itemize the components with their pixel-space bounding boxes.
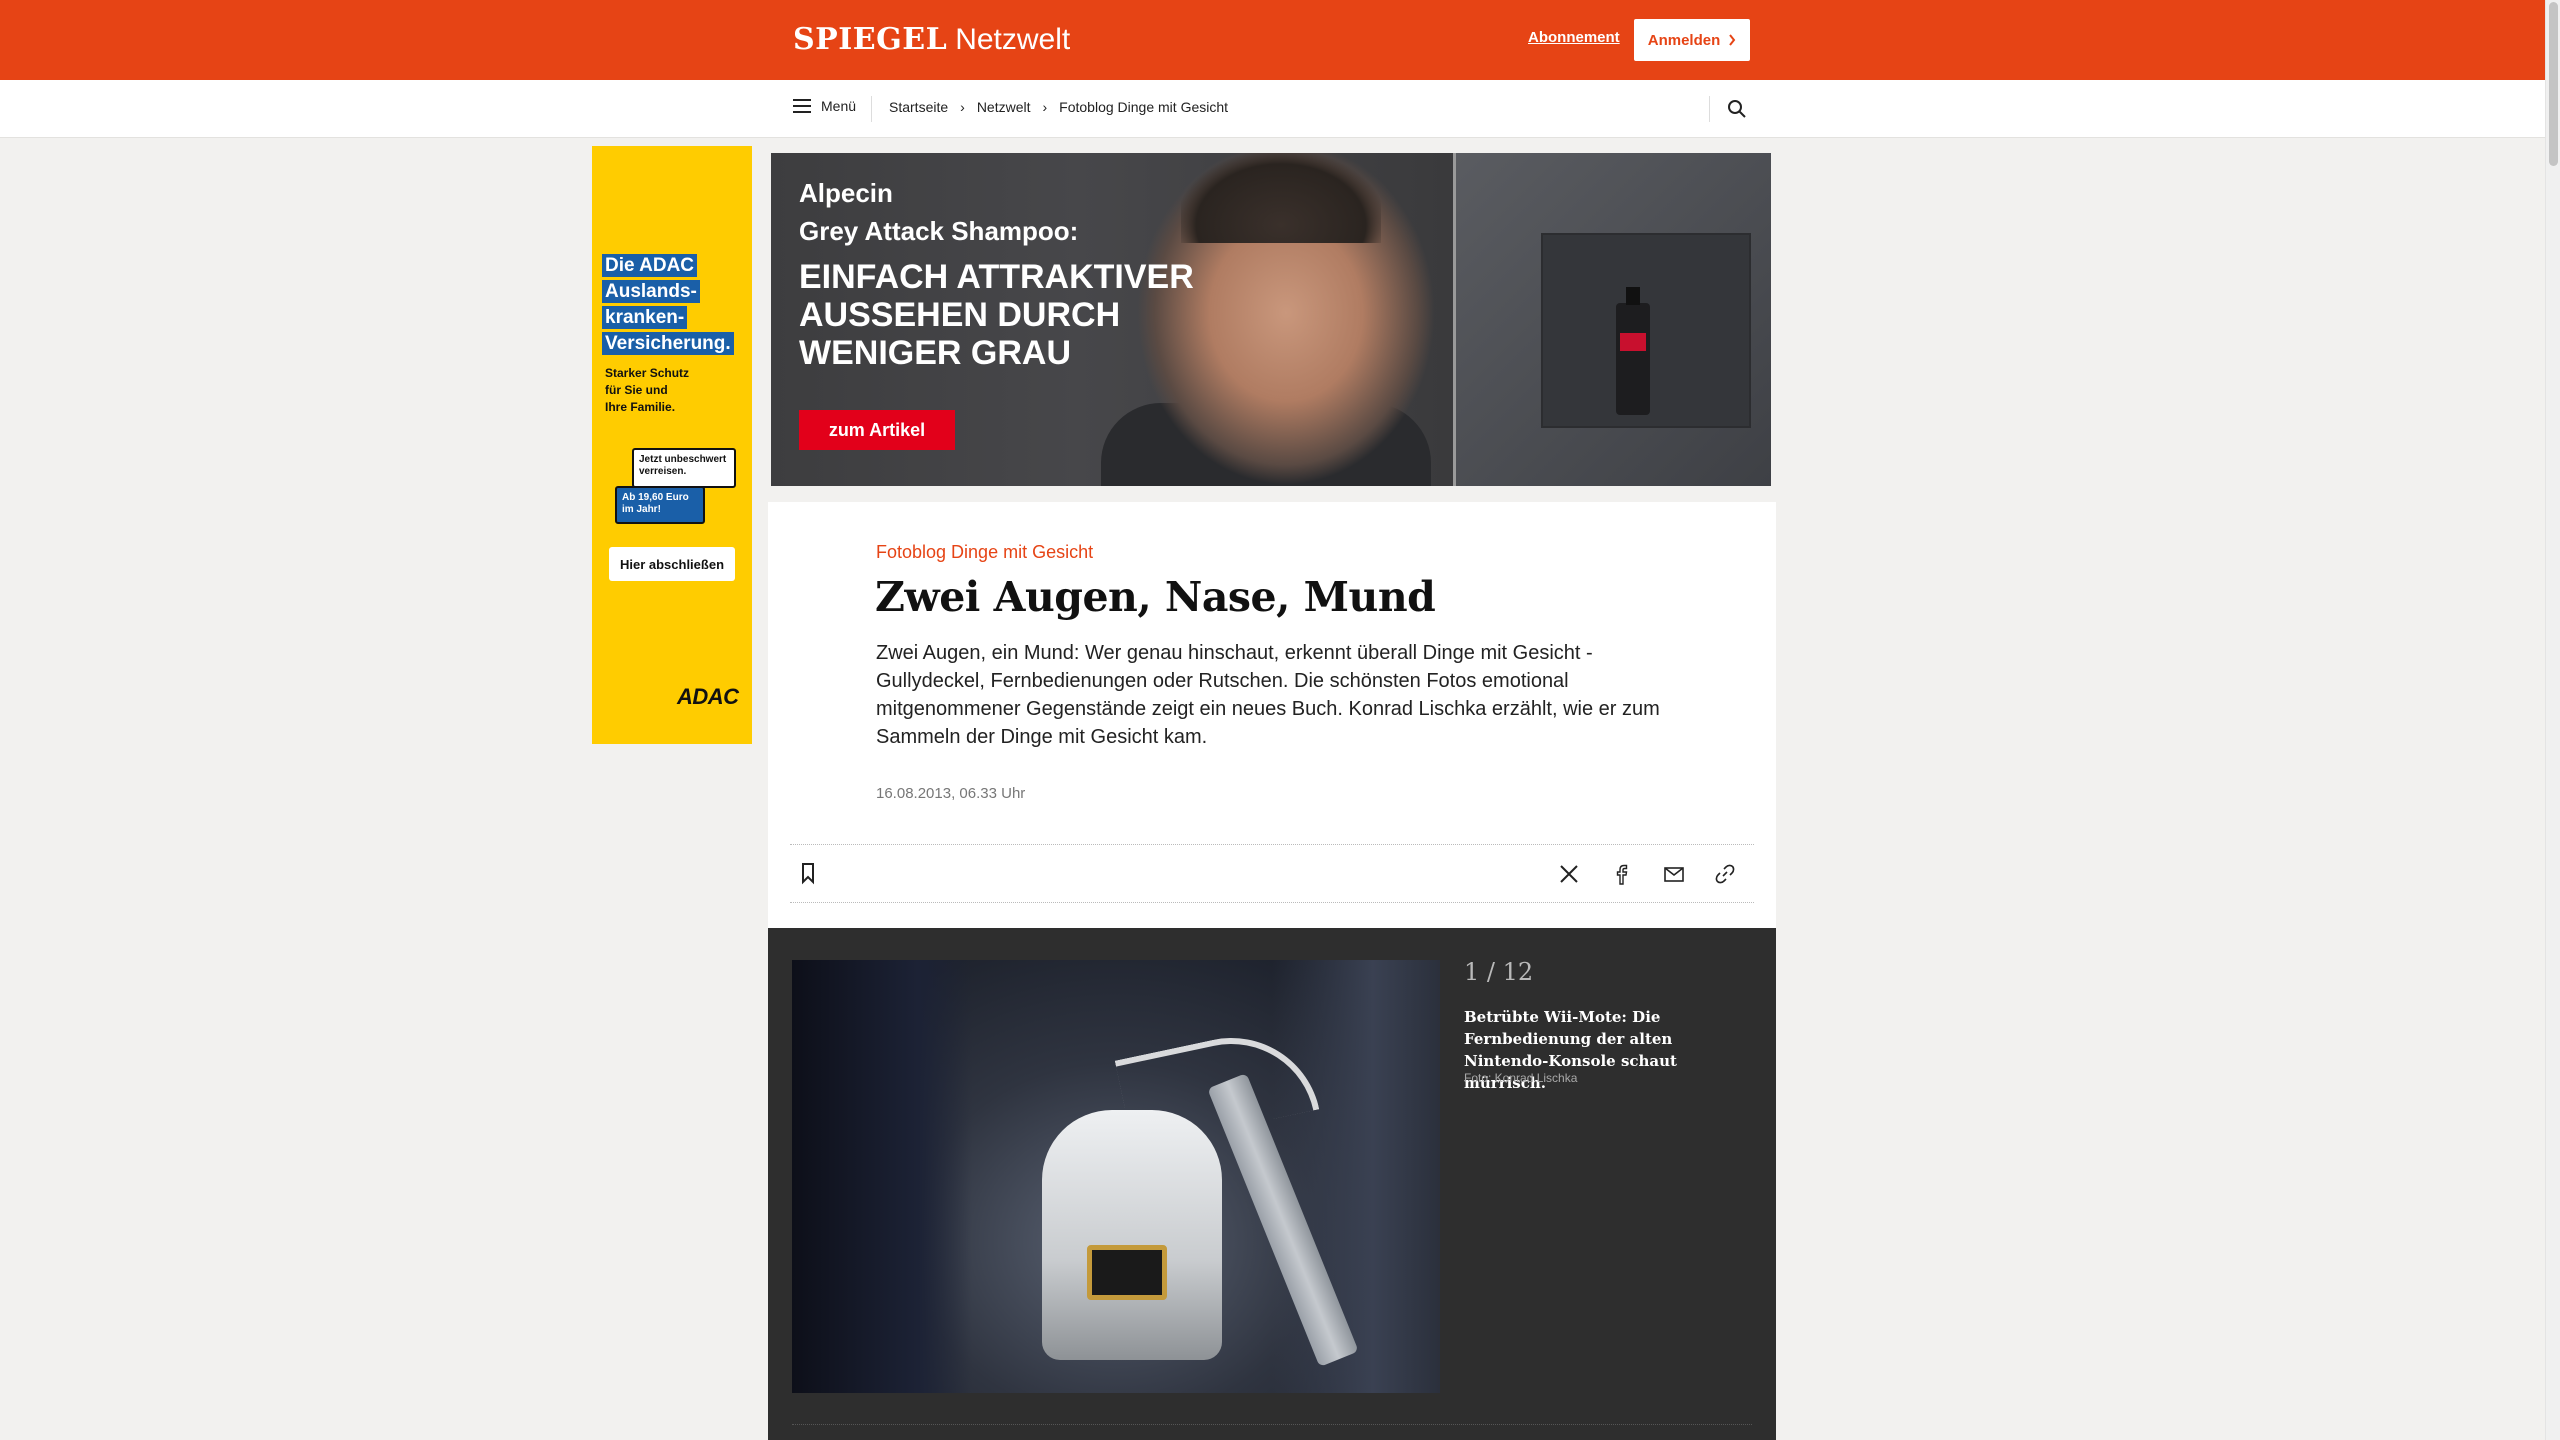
article-header: Fotoblog Dinge mit Gesicht Zwei Augen, N… xyxy=(768,502,1776,928)
wii-remote xyxy=(1042,1110,1222,1360)
adac-headline-line: kranken- xyxy=(602,306,688,329)
photo-gallery: 1 / 12 Betrübte Wii-Mote: Die Fernbedien… xyxy=(768,928,1776,1440)
breadcrumb-fotoblog[interactable]: Fotoblog Dinge mit Gesicht xyxy=(1059,99,1228,115)
breadcrumb-startseite[interactable]: Startseite xyxy=(889,99,948,115)
ad-divider xyxy=(1453,153,1456,486)
adac-skyscraper-ad[interactable]: Die ADAC Auslands- kranken- Versicherung… xyxy=(592,146,752,744)
gallery-counter: 1 / 12 xyxy=(1464,958,1534,986)
brand-main: SPIEGEL xyxy=(793,22,948,57)
adac-price-bubble: Ab 19,60 Euro im Jahr! xyxy=(615,486,705,524)
article-kicker[interactable]: Fotoblog Dinge mit Gesicht xyxy=(876,542,1093,563)
link-icon[interactable] xyxy=(1712,861,1738,887)
photo-credit: Foto: Konrad Lischka xyxy=(1464,1071,1578,1085)
shampoo-bottle-image xyxy=(1616,287,1650,415)
chevron-right-icon xyxy=(1729,34,1736,46)
ad-brand: Alpecin xyxy=(799,178,893,208)
adac-headline-line: Versicherung. xyxy=(602,332,734,355)
menu-label: Menü xyxy=(821,98,857,114)
alpecin-banner-ad[interactable]: Alpecin Grey Attack Shampoo: EINFACH ATT… xyxy=(771,153,1771,486)
divider xyxy=(790,844,1754,845)
nav-divider xyxy=(871,96,872,122)
ad-claim: EINFACH ATTRAKTIVER AUSSEHEN DURCH WENIG… xyxy=(799,258,1194,372)
brand-section: Netzwelt xyxy=(955,23,1071,56)
adac-headline: Die ADAC Auslands- kranken- Versicherung… xyxy=(602,254,734,358)
subscription-link[interactable]: Abonnement xyxy=(1528,29,1620,46)
adac-speech-bubble: Jetzt unbeschwert verreisen. xyxy=(632,448,736,488)
divider xyxy=(792,1424,1752,1425)
adac-subline: Starker Schutz für Sie und Ihre Familie. xyxy=(605,366,690,414)
adac-headline-line: Auslands- xyxy=(602,280,700,303)
adac-logo: ADAC xyxy=(677,684,739,709)
login-button[interactable]: Anmelden xyxy=(1634,19,1750,61)
ad-cta-button[interactable]: zum Artikel xyxy=(799,410,955,450)
nav-divider xyxy=(1709,96,1710,122)
bookmark-icon[interactable] xyxy=(796,861,820,885)
breadcrumb: Startseite › Netzwelt › Fotoblog Dinge m… xyxy=(889,99,1228,115)
search-icon[interactable] xyxy=(1726,98,1748,120)
article-headline: Zwei Augen, Nase, Mund xyxy=(875,573,1436,621)
chevron-right-icon: › xyxy=(1042,99,1048,115)
login-button-label: Anmelden xyxy=(1647,31,1721,49)
top-header: SPIEGEL Netzwelt Abonnement Anmelden xyxy=(0,0,2545,80)
facebook-icon[interactable] xyxy=(1608,861,1634,887)
ad-product: Grey Attack Shampoo: xyxy=(799,216,1079,246)
article-teaser: Zwei Augen, ein Mund: Wer genau hinschau… xyxy=(876,642,1660,748)
wii-port xyxy=(1087,1245,1167,1300)
scrollbar-thumb[interactable] xyxy=(2549,2,2558,166)
menu-button[interactable]: Menü xyxy=(793,98,856,114)
scrollbar[interactable] xyxy=(2545,0,2560,1440)
chevron-right-icon: › xyxy=(960,99,965,115)
breadcrumb-netzwelt[interactable]: Netzwelt xyxy=(977,99,1031,115)
model-hair-image xyxy=(1181,153,1381,243)
hamburger-icon xyxy=(793,99,811,113)
adac-cta-button[interactable]: Hier abschließen xyxy=(609,547,735,581)
adac-headline-line: Die ADAC xyxy=(602,254,698,277)
mail-icon[interactable] xyxy=(1661,861,1687,887)
divider xyxy=(790,902,1754,903)
gallery-image[interactable] xyxy=(792,960,1440,1393)
nav-bar: Menü Startseite › Netzwelt › Fotoblog Di… xyxy=(0,80,2545,138)
article-date: 16.08.2013, 06.33 Uhr xyxy=(876,785,1026,802)
x-icon[interactable] xyxy=(1556,861,1582,887)
spiegel-logo[interactable]: SPIEGEL Netzwelt xyxy=(793,22,1070,62)
